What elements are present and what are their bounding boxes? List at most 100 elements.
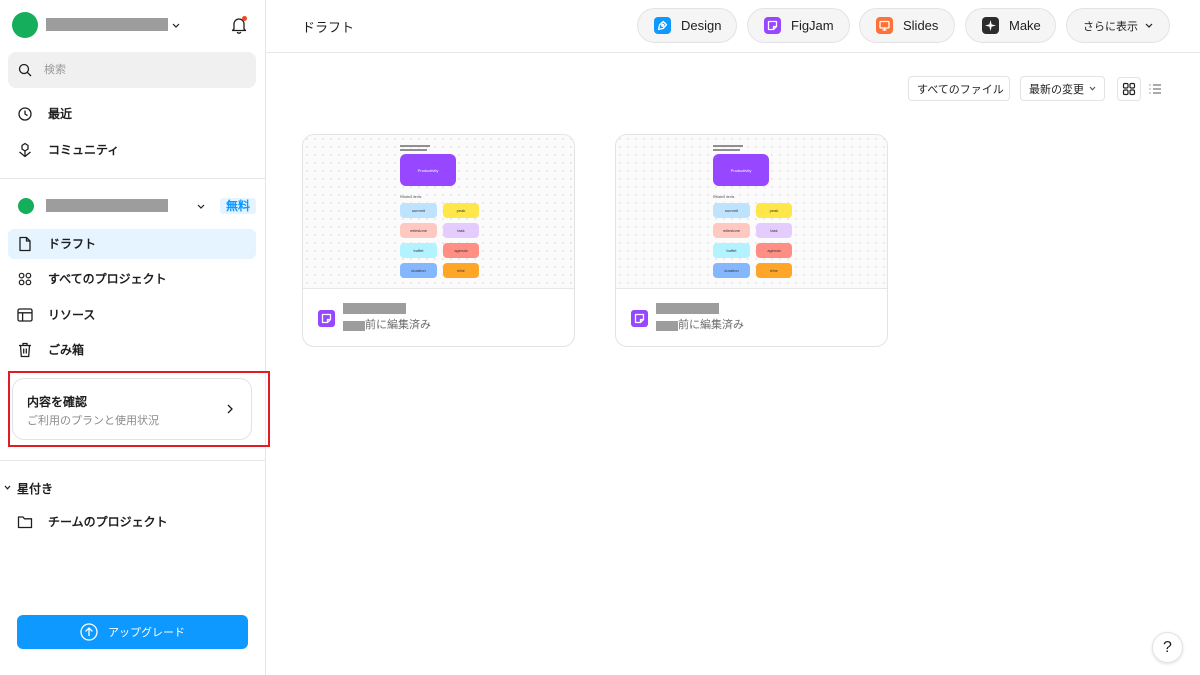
notifications-button[interactable]: [228, 13, 250, 37]
nav-item-recent[interactable]: 最近: [8, 99, 256, 129]
team-name-redacted: [46, 199, 168, 212]
create-make-button[interactable]: Make: [965, 8, 1056, 43]
create-button-label: Slides: [903, 18, 939, 33]
file-thumbnail: Productivity Related items summit peak mil…: [303, 135, 574, 289]
thumbnail-sticky: summit: [400, 203, 437, 218]
thumbnail-section-label: Related items: [400, 195, 422, 199]
grid-view-icon: [1122, 82, 1136, 96]
show-more-label: さらに表示: [1083, 20, 1138, 33]
thumbnail-sticky: buffet: [713, 243, 750, 258]
thumbnail-sticky: summit: [713, 203, 750, 218]
file-card[interactable]: Productivity Related items summit peak mil…: [302, 134, 575, 347]
search-input[interactable]: [44, 52, 244, 88]
design-icon: [654, 17, 671, 34]
chevron-down-icon: [1089, 86, 1096, 91]
file-thumbnail: Productivity Related items summit peak mil…: [616, 135, 887, 289]
figjam-file-icon: [631, 310, 648, 327]
chevron-down-icon: [4, 485, 11, 490]
help-button[interactable]: ?: [1152, 632, 1183, 663]
starred-item-team-project[interactable]: チームのプロジェクト: [8, 507, 256, 537]
highlight-box: [8, 371, 270, 447]
starred-item-label: チームのプロジェクト: [48, 515, 168, 529]
thumbnail-section-label: Related items: [713, 195, 735, 199]
arrow-up-circle-icon: [80, 623, 98, 641]
sidebar-item-label: リソース: [48, 308, 96, 322]
file-edited-text: 前に編集済み: [678, 319, 744, 331]
file-edited-text: 前に編集済み: [365, 319, 431, 331]
trash-icon: [17, 342, 33, 358]
starred-section-toggle[interactable]: 星付き: [0, 476, 120, 498]
account-name-redacted: [46, 18, 168, 31]
thumbnail-sticky: tribe: [756, 263, 792, 278]
account-switcher[interactable]: [8, 8, 188, 42]
plan-badge: 無料: [220, 198, 256, 214]
thumbnail-heading-line: [713, 145, 743, 147]
sidebar-item-resources[interactable]: リソース: [8, 300, 256, 330]
create-button-label: Design: [681, 18, 722, 33]
unread-dot: [242, 16, 247, 21]
thumbnail-sticky-grid: summit peak milestone task buffet agenda durat…: [713, 203, 792, 278]
sidebar-item-label: ドラフト: [48, 237, 97, 251]
chevron-down-icon: [172, 23, 180, 28]
create-button-label: Make: [1009, 18, 1041, 33]
thumbnail-sticky: agenda: [443, 243, 479, 258]
sidebar: 最近 コミュニティ 無料 ドラフト すべてのプロジェクト リソース: [0, 0, 266, 675]
grid-view-button[interactable]: [1117, 77, 1141, 101]
sidebar-item-label: ごみ箱: [48, 343, 85, 357]
sidebar-divider: [0, 460, 266, 461]
sidebar-item-all-projects[interactable]: すべてのプロジェクト: [8, 264, 256, 294]
thumbnail-heading-line: [400, 149, 427, 151]
nav-item-label: 最近: [48, 107, 73, 121]
file-card[interactable]: Productivity Related items summit peak mil…: [615, 134, 888, 347]
clock-icon: [17, 106, 33, 122]
list-view-button[interactable]: [1143, 77, 1167, 101]
search-box[interactable]: [8, 52, 256, 88]
thumbnail-sticky: task: [756, 223, 792, 238]
thumbnail-sticky: agenda: [756, 243, 792, 258]
figjam-icon: [764, 17, 781, 34]
chevron-down-icon: [1145, 23, 1153, 28]
sidebar-divider: [0, 178, 266, 179]
thumbnail-heading-line: [400, 145, 430, 147]
create-figjam-button[interactable]: FigJam: [747, 8, 850, 43]
list-view-icon: [1148, 82, 1162, 96]
chevron-down-icon: [1009, 86, 1010, 91]
upgrade-button[interactable]: アップグレード: [17, 615, 248, 649]
file-icon: [17, 236, 33, 252]
sidebar-item-trash[interactable]: ごみ箱: [8, 335, 256, 365]
upgrade-label: アップグレード: [108, 627, 185, 639]
file-title-redacted: [343, 303, 406, 314]
sort-dropdown[interactable]: 最新の変更: [1020, 76, 1105, 101]
folder-icon: [17, 514, 33, 530]
file-time-redacted: [343, 321, 365, 331]
grid-icon: [17, 271, 33, 287]
create-design-button[interactable]: Design: [637, 8, 737, 43]
make-icon: [982, 17, 999, 34]
create-slides-button[interactable]: Slides: [859, 8, 955, 43]
account-avatar: [12, 12, 38, 38]
thumbnail-sticky-grid: summit peak milestone task buffet agenda durat…: [400, 203, 479, 278]
community-icon: [17, 142, 33, 158]
thumbnail-sticky: milestone: [713, 223, 750, 238]
nav-item-community[interactable]: コミュニティ: [8, 135, 256, 165]
sidebar-item-drafts[interactable]: ドラフト: [8, 229, 256, 259]
thumbnail-sticky: milestone: [400, 223, 437, 238]
question-mark-icon: ?: [1163, 638, 1172, 656]
thumbnail-heading-line: [713, 149, 740, 151]
thumbnail-sticky: task: [443, 223, 479, 238]
search-icon: [18, 63, 32, 77]
file-filter-value: すべてのファイル: [917, 83, 1004, 96]
file-filter-dropdown[interactable]: すべてのファイル: [908, 76, 1010, 101]
sidebar-item-label: すべてのプロジェクト: [48, 272, 167, 286]
thumbnail-sticky: peak: [443, 203, 479, 218]
nav-item-label: コミュニティ: [48, 143, 120, 157]
file-title-redacted: [656, 303, 719, 314]
thumbnail-sticky: tribe: [443, 263, 479, 278]
team-avatar: [18, 198, 34, 214]
thumbnail-sticky: buffet: [400, 243, 437, 258]
team-switcher[interactable]: 無料: [8, 191, 256, 221]
chevron-down-icon: [197, 204, 205, 209]
thumbnail-sticky: duration: [400, 263, 437, 278]
show-more-button[interactable]: さらに表示: [1066, 8, 1170, 43]
slides-icon: [876, 17, 893, 34]
